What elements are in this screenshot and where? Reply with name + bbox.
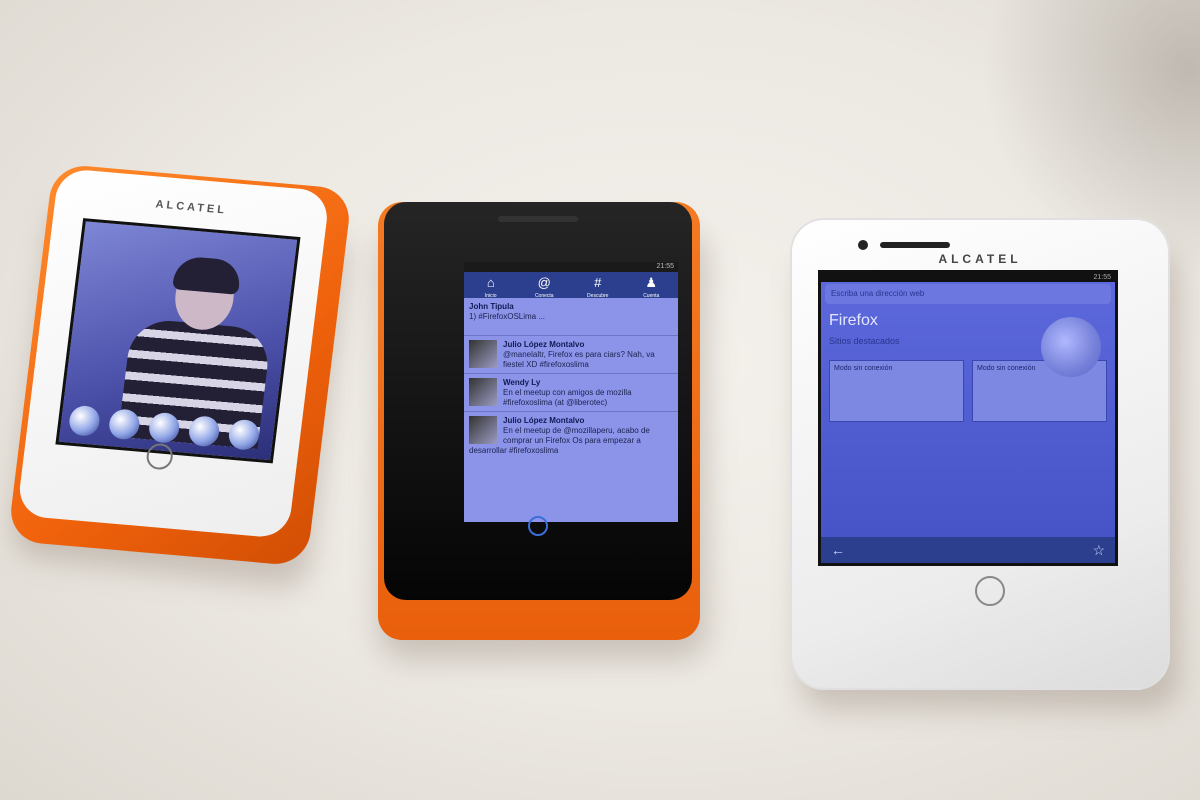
- back-arrow-icon: ←: [831, 542, 845, 558]
- app-icon: [227, 418, 261, 451]
- app-icon: [147, 411, 182, 445]
- url-bar: Escriba una dirección web: [825, 284, 1111, 304]
- firefox-logo-icon: [1041, 317, 1101, 377]
- tweet: Julio López Montalvo @manelaltr, Firefox…: [464, 336, 678, 374]
- twitter-nav: ⌂ Inicio @ Conecta # Descubre ♟ Cuenta: [464, 272, 678, 299]
- home-button: [528, 516, 548, 536]
- phone-orange-white: ALCATEL: [7, 163, 353, 567]
- app-icon: [67, 404, 102, 438]
- avatar: [469, 378, 497, 406]
- home-button: [975, 576, 1005, 606]
- status-bar: 21:55: [464, 262, 678, 272]
- avatar: [469, 416, 497, 444]
- phone-black-orange: 21:55 ⌂ Inicio @ Conecta # Descubre ♟ Cuenta…: [378, 202, 700, 640]
- app-icon: [107, 408, 142, 441]
- phone-white: ALCATEL 21:55 Escriba una dirección web …: [790, 218, 1170, 690]
- nav-discover-icon: # Descubre: [587, 275, 609, 299]
- phone-screen: 21:55 Escriba una dirección web Firefox …: [818, 270, 1118, 566]
- tweet: Wendy Ly En el meetup con amigos de mozi…: [464, 374, 678, 412]
- nav-connect-icon: @ Conecta: [534, 275, 554, 299]
- star-icon: ☆: [1092, 542, 1105, 558]
- speaker-grille: [880, 242, 950, 248]
- avatar: [469, 340, 497, 368]
- tweet: John Tipula 1) #FirefoxOSLima ...: [464, 298, 678, 336]
- status-bar: 21:55: [821, 273, 1115, 282]
- phone-screen: 21:55 ⌂ Inicio @ Conecta # Descubre ♟ Cuenta…: [464, 262, 678, 522]
- phone-screen: [55, 218, 301, 464]
- site-tile: Modo sin conexión: [829, 360, 964, 422]
- nav-home-icon: ⌂ Inicio: [484, 275, 497, 299]
- speaker-grille: [498, 216, 578, 222]
- front-camera: [858, 240, 868, 250]
- nav-account-icon: ♟ Cuenta: [643, 275, 660, 299]
- brand-label: ALCATEL: [938, 252, 1022, 266]
- app-icon: [187, 415, 221, 448]
- tweet: Julio López Montalvo En el meetup de @mo…: [469, 416, 650, 455]
- browser-toolbar: ← ☆: [821, 537, 1115, 563]
- phone-face: ALCATEL: [16, 167, 331, 539]
- phone-face: 21:55 ⌂ Inicio @ Conecta # Descubre ♟ Cuenta…: [384, 202, 692, 600]
